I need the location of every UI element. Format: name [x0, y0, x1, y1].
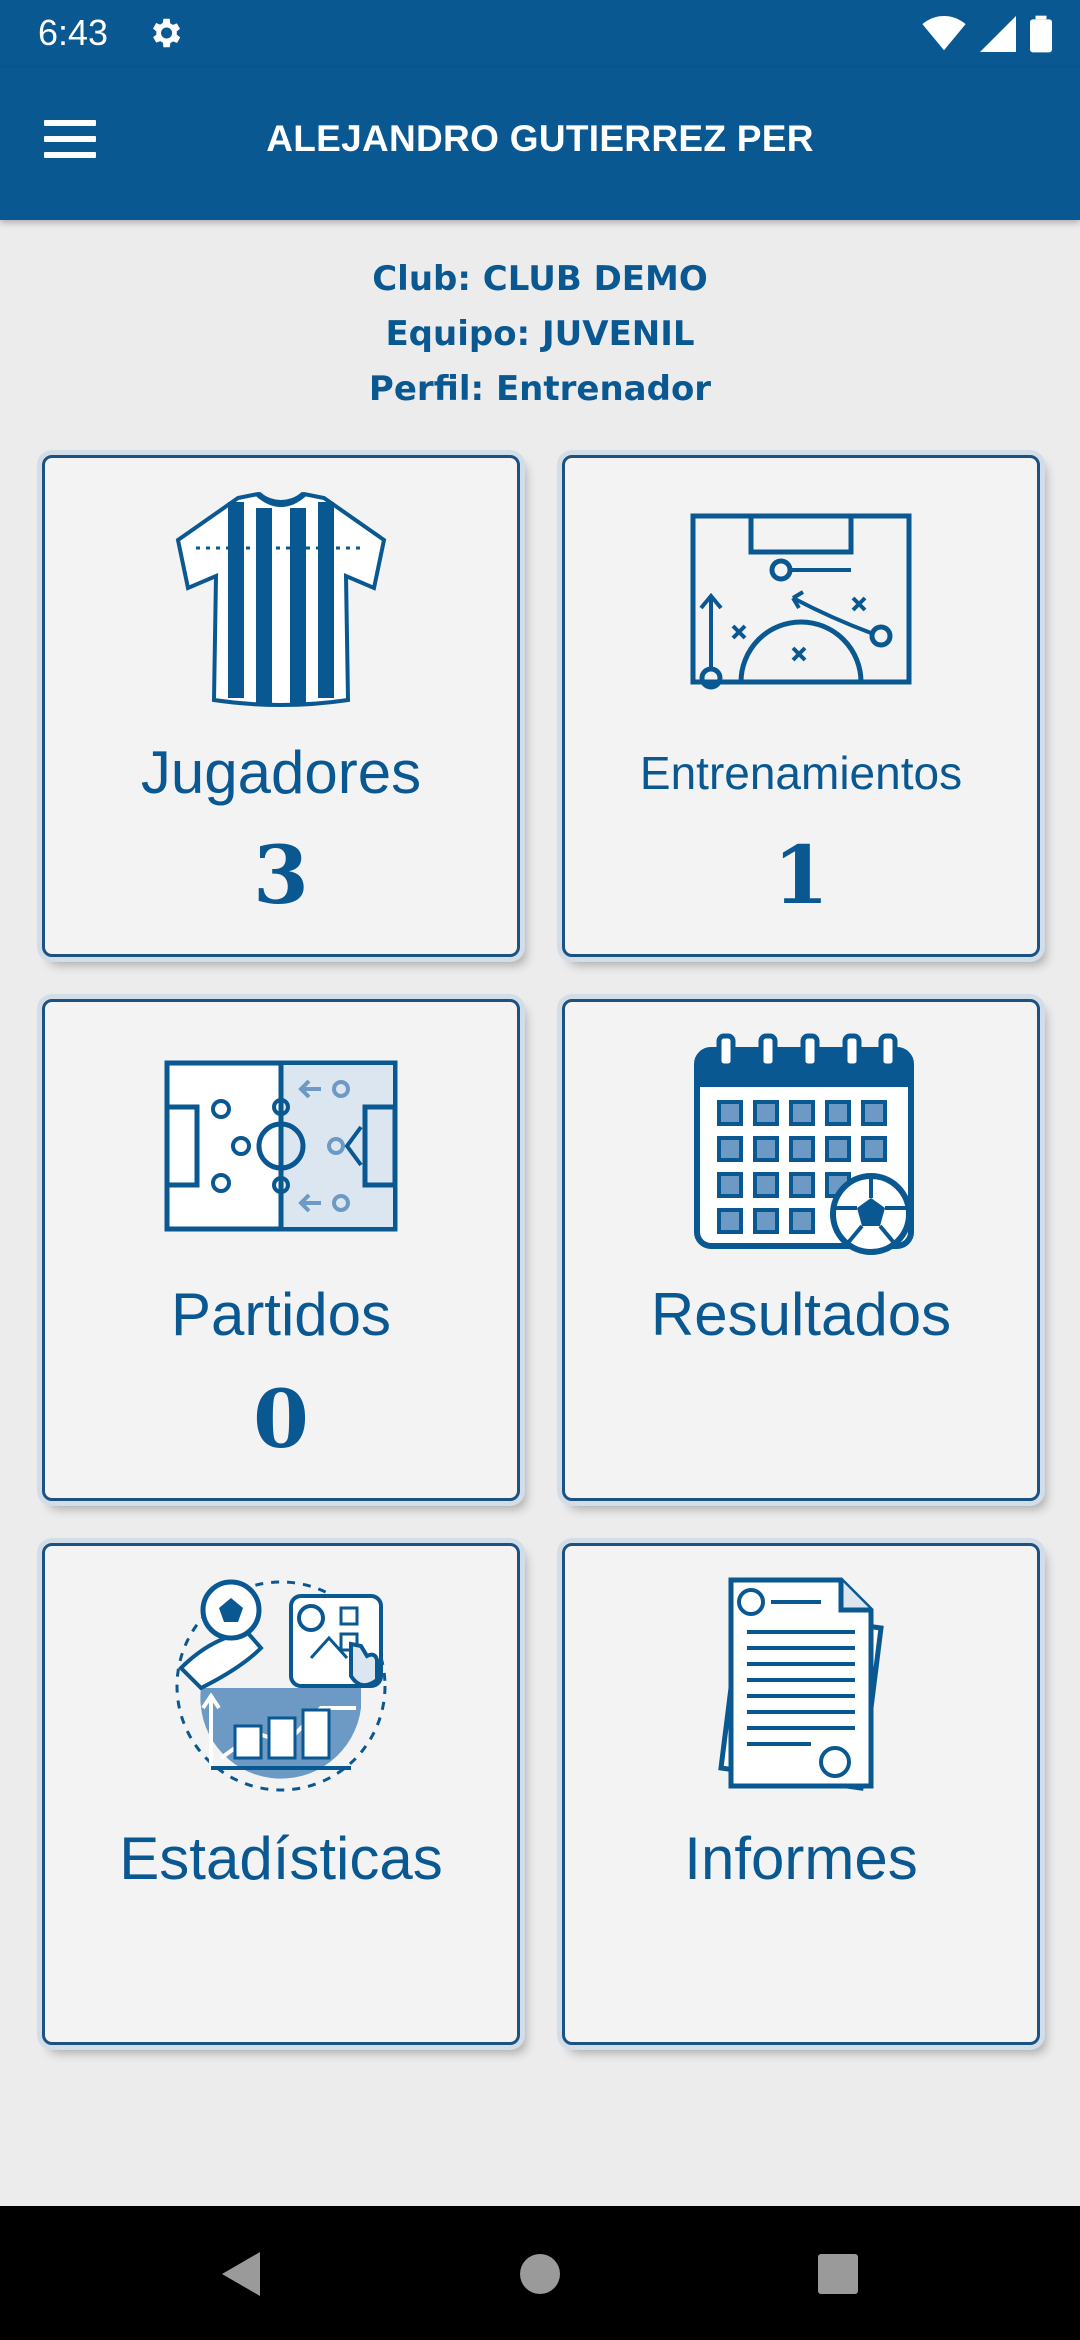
soccer-field-icon	[164, 1060, 398, 1232]
recents-icon[interactable]	[806, 2242, 870, 2306]
club-label: Club: CLUB DEMO	[372, 259, 708, 299]
profile-label: Perfil: Entrenador	[368, 369, 712, 409]
tactics-board-icon	[690, 513, 912, 690]
app-bar: ALEJANDRO GUTIERREZ PER	[0, 68, 1080, 220]
tile-estadisticas[interactable]: Estadísticas	[42, 1543, 520, 2045]
tile-resultados[interactable]: Resultados	[562, 999, 1040, 1501]
wifi-icon	[922, 16, 966, 51]
tile-label: Informes	[684, 1825, 918, 1892]
navigation-bar	[0, 2206, 1080, 2340]
statistics-icon	[175, 1579, 387, 1792]
calendar-ball-icon	[694, 1033, 914, 1255]
settings-gear-icon	[152, 18, 181, 48]
tile-count: 1	[773, 828, 829, 922]
report-documents-icon	[718, 1577, 884, 1791]
jersey-icon	[175, 491, 387, 707]
tile-count: 0	[253, 1372, 309, 1466]
status-indicators	[922, 14, 1052, 54]
user-info: Club: CLUB DEMO Equipo: JUVENIL Perfil: …	[0, 252, 1080, 417]
tile-jugadores[interactable]: Jugadores 3	[42, 455, 520, 957]
app-title: ALEJANDRO GUTIERREZ PER	[266, 118, 814, 159]
tile-informes[interactable]: Informes	[562, 1543, 1040, 2045]
tile-label: Resultados	[650, 1281, 952, 1348]
back-icon[interactable]	[210, 2242, 274, 2306]
status-bar: 6:43	[0, 0, 1080, 68]
battery-icon	[1030, 15, 1052, 53]
tile-label: Jugadores	[140, 739, 422, 806]
team-label: Equipo: JUVENIL	[385, 314, 695, 354]
signal-icon	[980, 16, 1016, 52]
status-time: 6:43	[38, 12, 109, 53]
tile-count: 3	[253, 828, 309, 922]
tile-label: Partidos	[170, 1281, 392, 1348]
tile-entrenamientos[interactable]: Entrenamientos 1	[562, 455, 1040, 957]
tile-label: Estadísticas	[119, 1825, 443, 1892]
tile-label: Entrenamientos	[639, 747, 963, 799]
tile-partidos[interactable]: Partidos 0	[42, 999, 520, 1501]
home-icon[interactable]	[508, 2242, 572, 2306]
